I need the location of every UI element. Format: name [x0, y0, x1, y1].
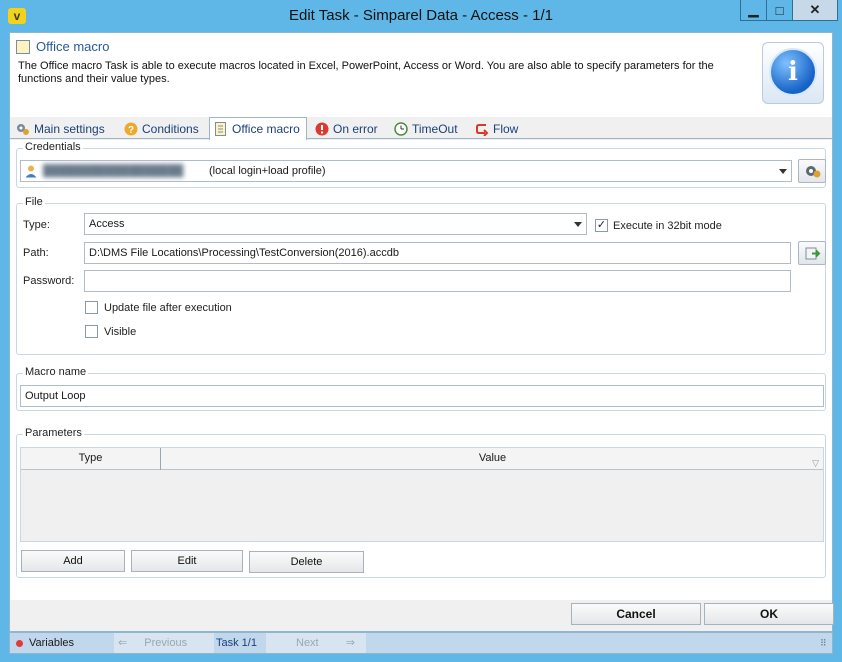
dialog-client: Office macro The Office macro Task is ab…: [9, 32, 834, 632]
update-file-checkbox[interactable]: [85, 301, 98, 314]
arrow-right-icon: ⇒: [345, 637, 355, 649]
maximize-button[interactable]: □: [766, 0, 793, 21]
flow-icon: [476, 124, 489, 136]
previous-button[interactable]: ⇐ Previous: [114, 633, 214, 653]
type-label: Type:: [23, 219, 50, 231]
window-title: Edit Task - Simparel Data - Access - 1/1: [289, 7, 553, 24]
credentials-browse-button[interactable]: [798, 159, 826, 183]
tab-office-macro[interactable]: Office macro: [209, 117, 307, 140]
tab-on-error[interactable]: On error: [311, 119, 389, 139]
gear-user-icon: [806, 166, 821, 178]
tab-flow[interactable]: Flow: [471, 119, 531, 139]
chevron-down-icon: [779, 169, 787, 174]
resize-grip-icon[interactable]: ⠿: [820, 633, 827, 653]
task-description: The Office macro Task is able to execute…: [18, 60, 714, 85]
task-type-title: Office macro: [36, 39, 110, 54]
office-macro-panel: Credentials ██████████████████ (local lo…: [10, 140, 832, 600]
variables-label: Variables: [29, 637, 75, 649]
visible-checkbox[interactable]: [85, 325, 98, 338]
open-file-icon: [805, 247, 821, 260]
password-input[interactable]: [84, 270, 791, 292]
filter-icon[interactable]: ▽: [812, 453, 819, 474]
execute-32bit-checkbox[interactable]: ✓: [595, 219, 608, 232]
tab-label: Main settings: [34, 122, 105, 136]
macro-name-input[interactable]: Output Loop: [20, 385, 824, 407]
next-button[interactable]: Next ⇒: [266, 633, 366, 653]
status-bar: Variables ⇐ Previous Task 1/1 Next ⇒ ⠿: [9, 632, 833, 654]
info-badge: i: [762, 42, 824, 104]
tab-label: Office macro: [232, 122, 300, 136]
execute-32bit-label: Execute in 32bit mode: [613, 220, 722, 232]
path-browse-button[interactable]: [798, 241, 826, 265]
parameters-group: Parameters Type Value ▽ Add Edit Delete: [16, 427, 826, 578]
tab-label: On error: [333, 122, 378, 136]
minimize-button[interactable]: ▁: [740, 0, 767, 21]
tab-label: Conditions: [142, 122, 199, 136]
user-icon: [25, 165, 37, 178]
type-value: Access: [89, 218, 125, 230]
info-icon: i: [769, 48, 817, 96]
update-file-label: Update file after execution: [104, 302, 232, 314]
path-label: Path:: [23, 247, 49, 259]
cancel-button[interactable]: Cancel: [571, 603, 701, 625]
credentials-value: (local login+load profile): [209, 165, 326, 177]
credentials-group-label: Credentials: [23, 141, 83, 153]
tab-label: TimeOut: [412, 122, 458, 136]
grid-header: Type Value ▽: [21, 448, 823, 470]
tab-main-settings[interactable]: Main settings: [12, 119, 120, 139]
parameters-group-label: Parameters: [23, 427, 84, 439]
close-button[interactable]: ✕: [792, 0, 838, 21]
delete-parameter-button[interactable]: Delete: [249, 551, 364, 573]
clock-icon: [394, 122, 408, 136]
tab-label: Flow: [493, 122, 519, 136]
task-header: Office macro The Office macro Task is ab…: [10, 33, 832, 117]
credentials-select[interactable]: ██████████████████ (local login+load pro…: [20, 160, 792, 182]
bullet-icon: [16, 639, 23, 647]
column-header-type[interactable]: Type: [21, 448, 161, 470]
minimize-icon: ▁: [748, 2, 759, 17]
password-label: Password:: [23, 275, 75, 287]
tab-timeout[interactable]: TimeOut: [390, 119, 468, 139]
tab-conditions[interactable]: ? Conditions: [120, 119, 210, 139]
file-group: File Type: Access ✓ Execute in 32bit mod…: [16, 196, 826, 355]
column-header-value[interactable]: Value ▽: [162, 448, 823, 470]
close-icon: ✕: [809, 2, 821, 17]
visible-label: Visible: [104, 326, 137, 338]
path-input[interactable]: D:\DMS File Locations\Processing\TestCon…: [84, 242, 791, 264]
type-select[interactable]: Access: [84, 213, 587, 235]
arrow-left-icon: ⇐: [118, 637, 128, 649]
svg-text:?: ?: [128, 125, 134, 136]
credentials-group: Credentials ██████████████████ (local lo…: [16, 141, 826, 188]
macro-name-group-label: Macro name: [23, 366, 89, 378]
macro-name-group: Macro name Output Loop: [16, 366, 826, 411]
add-parameter-button[interactable]: Add: [21, 550, 125, 572]
bottom-frame: Variables ⇐ Previous Task 1/1 Next ⇒ ⠿: [0, 632, 842, 662]
file-group-label: File: [23, 196, 45, 208]
credentials-account-redacted: ██████████████████: [43, 165, 184, 177]
question-icon: ?: [124, 122, 138, 136]
title-bar: v Edit Task - Simparel Data - Access - 1…: [0, 0, 842, 32]
task-position: Task 1/1: [216, 637, 257, 649]
maximize-icon: □: [775, 2, 784, 18]
office-macro-icon: [16, 40, 30, 54]
variables-button[interactable]: Variables: [16, 633, 74, 653]
chevron-down-icon: [574, 222, 582, 227]
previous-label: Previous: [144, 637, 188, 649]
error-icon: [315, 122, 329, 136]
gears-icon: [17, 124, 29, 135]
ok-button[interactable]: OK: [704, 603, 834, 625]
edit-parameter-button[interactable]: Edit: [131, 550, 243, 572]
next-label: Next: [296, 637, 319, 649]
window-controls: ▁ □ ✕: [740, 0, 838, 22]
document-icon: [215, 122, 226, 136]
tab-strip: Main settings ? Conditions Office macro …: [10, 117, 832, 140]
column-header-value-label: Value: [478, 452, 507, 464]
parameters-grid[interactable]: Type Value ▽: [20, 447, 824, 542]
